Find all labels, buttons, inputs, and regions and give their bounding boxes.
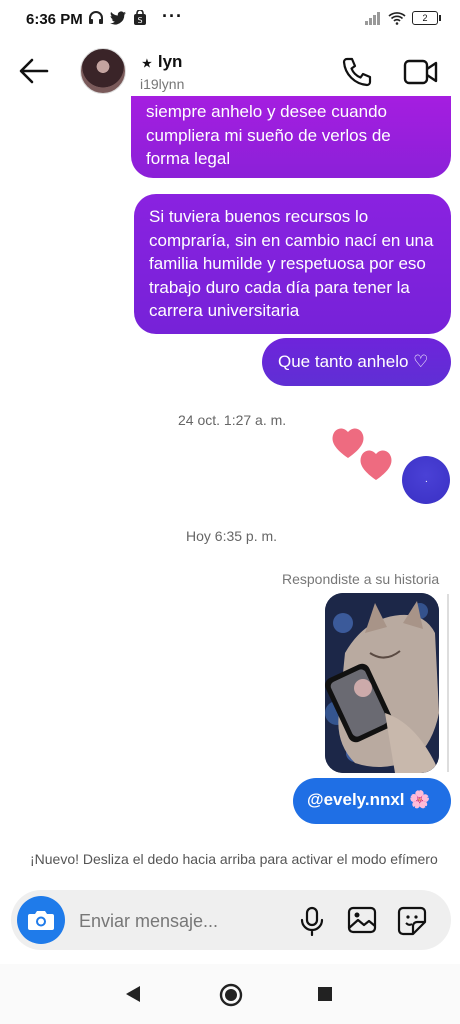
battery-icon: 2 — [412, 11, 441, 25]
sticker-icon — [397, 906, 427, 936]
contact-name[interactable]: ★ lyn — [142, 52, 182, 72]
contact-username: i19lynn — [140, 76, 185, 92]
system-nav-bar — [0, 964, 460, 1024]
camera-button[interactable] — [17, 896, 65, 944]
voice-message-button[interactable] — [299, 906, 325, 941]
vanish-mode-notice: ¡Nuevo! Desliza el dedo hacia arriba par… — [30, 851, 438, 867]
timestamp: Hoy 6:35 p. m. — [186, 528, 278, 544]
story-thumbnail[interactable] — [325, 593, 439, 773]
back-button[interactable] — [18, 56, 50, 91]
status-time: 6:36 PM — [26, 11, 83, 28]
camera-icon — [28, 911, 54, 930]
mention-bubble[interactable]: @evely.nnxl 🌸 — [293, 778, 451, 824]
status-bar: 6:36 PM S ··· 2 — [0, 0, 460, 40]
message-input[interactable] — [77, 906, 281, 936]
gallery-button[interactable] — [347, 906, 377, 939]
avatar[interactable] — [80, 48, 126, 94]
message-bubble[interactable]: Si tuviera buenos recursos lo compraría,… — [134, 194, 451, 334]
nav-home-icon[interactable] — [219, 983, 243, 1007]
arrow-left-icon — [19, 58, 49, 84]
message-bubble[interactable]: siempre anhelo y desee cuando cumpliera … — [131, 96, 451, 178]
status-notification-icons: S — [88, 10, 147, 26]
timestamp: 24 oct. 1:27 a. m. — [178, 412, 287, 428]
headphones-icon — [89, 11, 103, 24]
message-bubble[interactable]: Que tanto anhelo ♡ — [262, 338, 451, 386]
phone-icon — [342, 57, 372, 87]
nav-back-icon[interactable] — [124, 984, 142, 1004]
chat-header: ★ lyn i19lynn — [0, 40, 460, 104]
message-composer — [11, 890, 451, 950]
shopping-bag-icon: S — [134, 10, 146, 25]
story-divider — [447, 594, 449, 772]
wifi-icon — [388, 12, 406, 25]
cat-photo — [325, 593, 439, 773]
sticker-button[interactable] — [397, 906, 427, 941]
twitter-icon — [110, 10, 126, 24]
microphone-icon — [300, 906, 324, 937]
story-reply-label: Respondiste a su historia — [282, 571, 440, 587]
more-notifications-icon: ··· — [162, 6, 183, 26]
voice-call-button[interactable] — [340, 56, 372, 93]
hearts-sticker[interactable] — [330, 424, 396, 482]
status-system-icons: 2 — [364, 11, 441, 25]
image-icon — [347, 906, 377, 934]
reaction-circle[interactable]: . — [402, 456, 450, 504]
signal-icon — [365, 12, 380, 25]
svg-text:S: S — [137, 16, 142, 25]
video-camera-icon — [403, 59, 438, 85]
video-call-button[interactable] — [403, 58, 439, 91]
nav-recents-icon[interactable] — [318, 987, 332, 1001]
